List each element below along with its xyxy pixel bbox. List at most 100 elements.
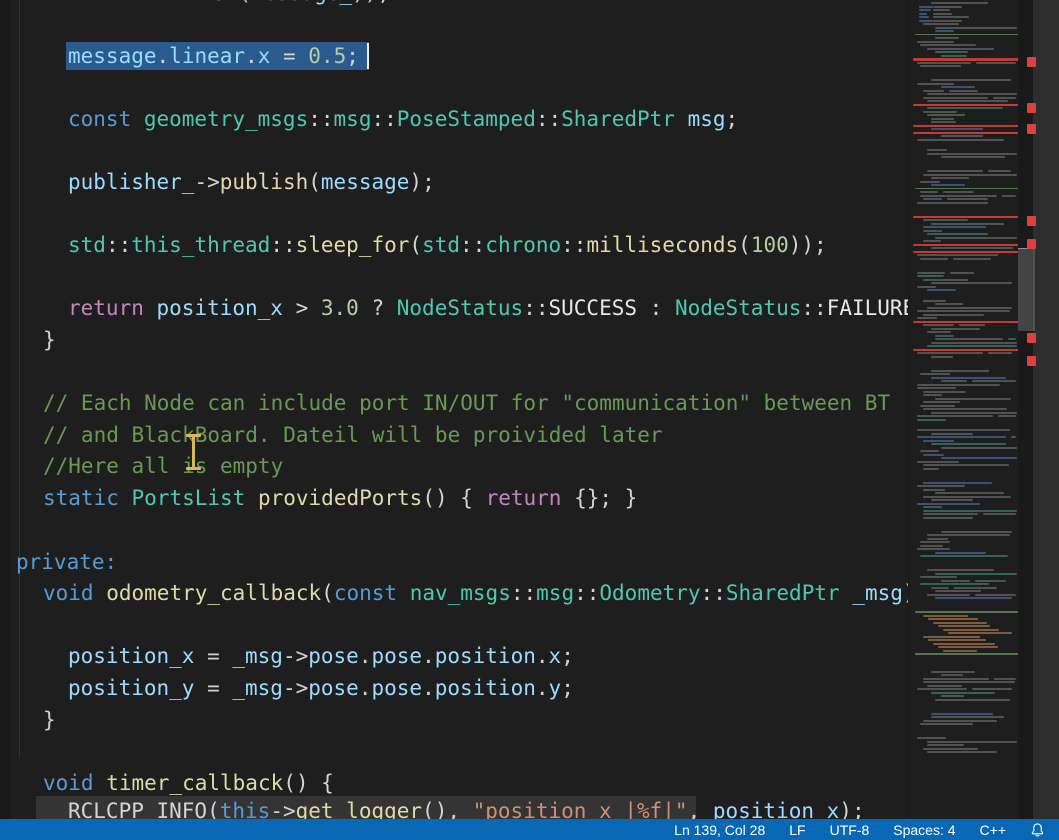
code-line[interactable]: position_y = _msg->pose.pose.position.y; bbox=[68, 673, 574, 704]
minimap-line bbox=[941, 86, 975, 88]
minimap-line bbox=[917, 384, 1000, 386]
minimap-line bbox=[943, 191, 974, 193]
minimap-line bbox=[917, 485, 965, 487]
minimap-line bbox=[927, 149, 947, 151]
status-encoding[interactable]: UTF-8 bbox=[830, 822, 870, 838]
code-line[interactable]: publisher_->publish(message); bbox=[68, 167, 435, 198]
minimap-line bbox=[917, 62, 971, 64]
minimap-line bbox=[933, 643, 995, 645]
minimap-line bbox=[927, 345, 1017, 347]
minimap-line bbox=[935, 573, 1017, 575]
minimap-line bbox=[923, 513, 978, 515]
minimap-slider[interactable] bbox=[1018, 248, 1035, 331]
minimap-line bbox=[913, 244, 1021, 247]
error-marker bbox=[1027, 57, 1036, 67]
minimap-line bbox=[931, 587, 949, 589]
minimap-line bbox=[941, 447, 1017, 449]
vscode-editor-window: sh(message_)); message.linear.x = 0.5; con… bbox=[0, 0, 1059, 840]
minimap-line bbox=[935, 37, 959, 39]
minimap-line bbox=[1002, 195, 1016, 197]
minimap-line bbox=[941, 380, 967, 382]
code-line[interactable]: void timer_callback() { bbox=[43, 768, 334, 799]
minimap-line bbox=[920, 405, 955, 407]
code-line[interactable]: } bbox=[43, 325, 56, 356]
minimap-line bbox=[927, 114, 965, 116]
minimap-line bbox=[927, 289, 956, 291]
minimap-line bbox=[927, 741, 1017, 743]
minimap-line bbox=[935, 335, 954, 337]
minimap-line bbox=[938, 625, 990, 627]
minimap-line bbox=[913, 251, 1021, 254]
minimap-line bbox=[948, 632, 1012, 634]
minimap-line bbox=[913, 132, 1021, 135]
minimap-line bbox=[917, 41, 954, 43]
code-line[interactable]: private: bbox=[16, 547, 117, 578]
minimap-line bbox=[993, 97, 1016, 99]
minimap-line bbox=[917, 503, 980, 505]
minimap-line bbox=[917, 310, 1010, 312]
code-line[interactable]: sh(message_)); bbox=[213, 0, 390, 9]
code-line[interactable]: // and BlackBoard. Dateil will be proivi… bbox=[43, 420, 663, 451]
minimap-line bbox=[923, 279, 968, 281]
minimap-line bbox=[975, 594, 1016, 596]
minimap-line bbox=[920, 195, 997, 197]
status-language-mode[interactable]: C++ bbox=[980, 822, 1006, 838]
minimap-line bbox=[933, 13, 952, 15]
minimap-line bbox=[935, 590, 981, 592]
minimap-line bbox=[931, 184, 965, 186]
minimap-line bbox=[923, 111, 957, 113]
minimap-line bbox=[923, 314, 984, 316]
minimap-line bbox=[931, 671, 975, 673]
code-line[interactable]: //Here all is empty bbox=[43, 451, 283, 482]
minimap-line bbox=[927, 107, 1003, 109]
minimap-line bbox=[923, 440, 954, 442]
minimap-line bbox=[917, 272, 945, 274]
code-line[interactable]: message.linear.x = 0.5; bbox=[68, 41, 359, 72]
error-marker bbox=[1027, 216, 1036, 226]
minimap-line bbox=[988, 170, 1010, 172]
code-line[interactable]: void odometry_callback(const nav_msgs::m… bbox=[43, 578, 908, 609]
minimap-line bbox=[931, 356, 953, 358]
code-line[interactable]: position_x = _msg->pose.pose.position.x; bbox=[68, 641, 574, 672]
minimap-line bbox=[927, 100, 1008, 102]
overview-ruler[interactable] bbox=[1018, 0, 1033, 819]
code-line[interactable]: RCLCPP_INFO(this->get_logger(), "positio… bbox=[68, 796, 865, 819]
minimap-line bbox=[931, 328, 980, 330]
notifications-bell-icon[interactable] bbox=[1030, 822, 1045, 838]
status-indentation[interactable]: Spaces: 4 bbox=[893, 822, 955, 838]
minimap-line bbox=[913, 349, 1021, 352]
minimap-line bbox=[923, 97, 988, 99]
minimap-line bbox=[941, 457, 1017, 459]
minimap-line bbox=[927, 685, 962, 687]
minimap-line bbox=[983, 513, 1016, 515]
minimap-line bbox=[927, 170, 983, 172]
scrollbar-track[interactable] bbox=[1033, 0, 1059, 819]
code-area[interactable]: sh(message_)); message.linear.x = 0.5; con… bbox=[0, 0, 908, 819]
minimap-line bbox=[931, 118, 954, 120]
code-line[interactable]: const geometry_msgs::msg::PoseStamped::S… bbox=[68, 104, 738, 135]
minimap-line bbox=[917, 461, 959, 463]
minimap-line bbox=[972, 380, 1016, 382]
code-line[interactable]: static PortsList providedPorts() { retur… bbox=[43, 483, 637, 514]
minimap-line bbox=[919, 6, 933, 8]
minimap-line bbox=[931, 713, 993, 715]
minimap-line bbox=[931, 128, 983, 130]
code-line[interactable]: return position_x > 3.0 ? NodeStatus::SU… bbox=[68, 293, 908, 324]
minimap-line bbox=[920, 555, 1008, 557]
minimap-line bbox=[931, 499, 973, 501]
status-eol-sequence[interactable]: LF bbox=[789, 822, 805, 838]
minimap-line bbox=[917, 419, 946, 421]
minimap-line bbox=[949, 90, 978, 92]
minimap-line bbox=[920, 181, 940, 183]
minimap-line bbox=[927, 594, 970, 596]
minimap-line bbox=[931, 377, 1006, 379]
code-line[interactable]: std::this_thread::sleep_for(std::chrono:… bbox=[68, 230, 827, 261]
code-line[interactable]: } bbox=[43, 705, 56, 736]
code-line[interactable]: // Each Node can include port IN/OUT for… bbox=[43, 388, 890, 419]
error-marker bbox=[1027, 356, 1036, 366]
minimap-line bbox=[935, 398, 1011, 400]
minimap-line bbox=[941, 580, 970, 582]
minimap-line bbox=[923, 300, 946, 302]
minimap-line bbox=[927, 307, 1012, 309]
status-cursor-position[interactable]: Ln 139, Col 28 bbox=[674, 822, 765, 838]
